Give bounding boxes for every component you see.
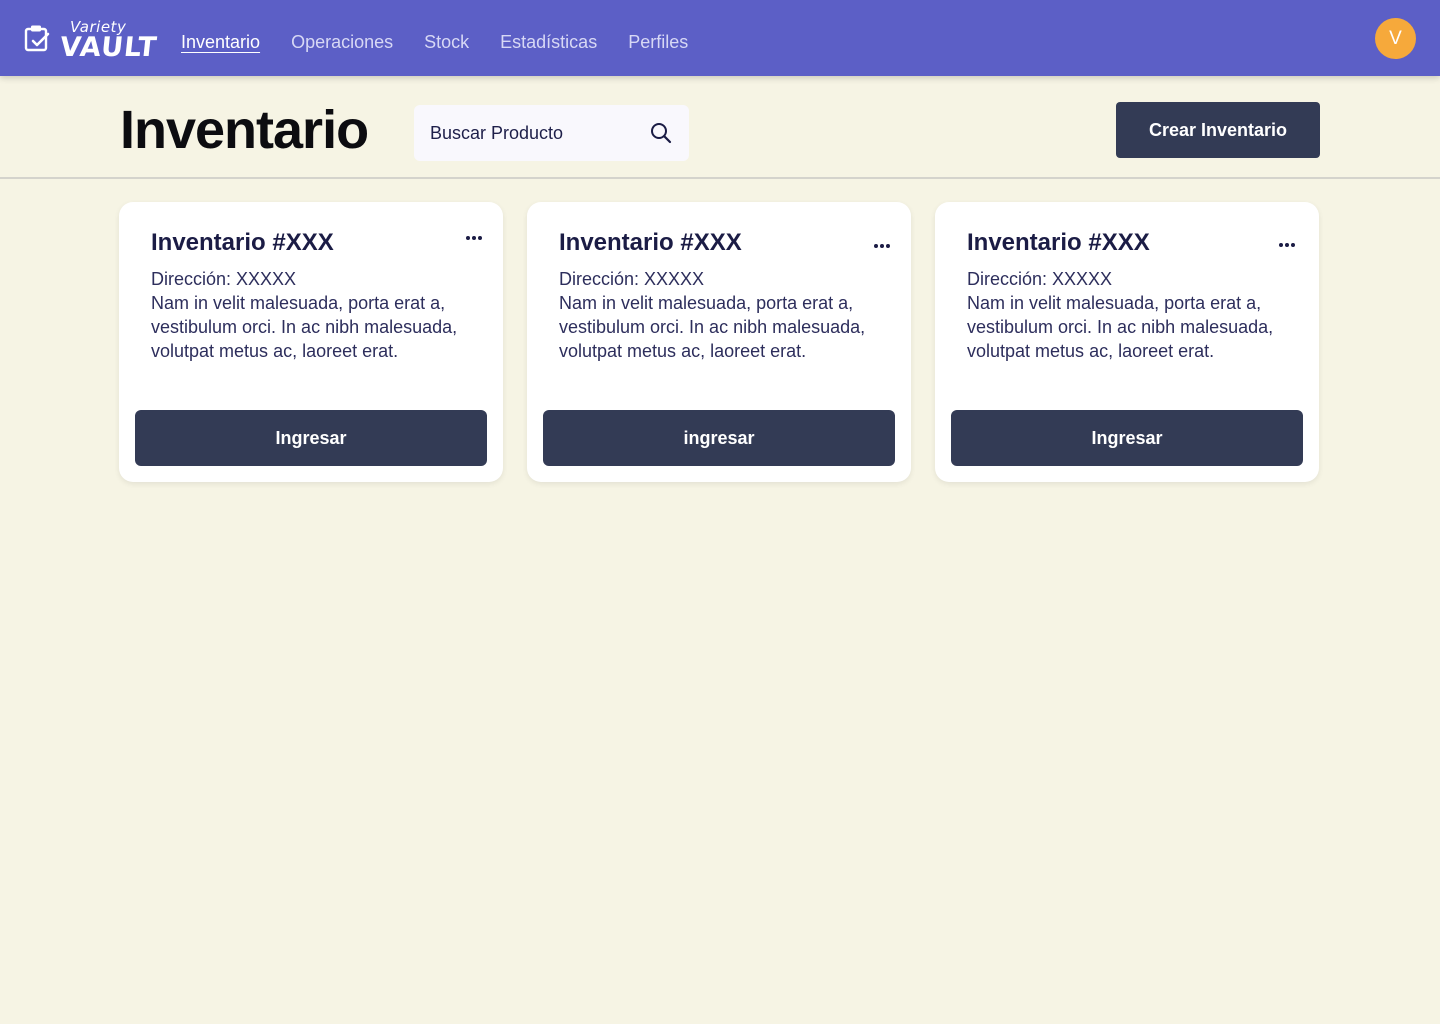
nav-item-estadisticas[interactable]: Estadísticas xyxy=(500,31,597,53)
inventory-card: Inventario #XXX Dirección: XXXXX Nam in … xyxy=(527,202,911,482)
inventory-card: Inventario #XXX Dirección: XXXXX Nam in … xyxy=(935,202,1319,482)
card-title: Inventario #XXX xyxy=(151,229,334,256)
nav-item-perfiles[interactable]: Perfiles xyxy=(628,31,688,53)
inventory-card: Inventario #XXX Dirección: XXXXX Nam in … xyxy=(119,202,503,482)
card-description: Nam in velit malesuada, porta erat a, ve… xyxy=(559,293,866,361)
create-inventory-button[interactable]: Crear Inventario xyxy=(1116,102,1320,158)
nav-item-operaciones[interactable]: Operaciones xyxy=(291,31,393,53)
card-description: Nam in velit malesuada, porta erat a, ve… xyxy=(151,293,458,361)
brand-name-large: VAULT xyxy=(58,32,159,63)
nav-item-inventario[interactable]: Inventario xyxy=(181,31,260,53)
top-navigation-bar: Variety VAULT Inventario Operaciones Sto… xyxy=(0,0,1440,76)
more-options-icon[interactable] xyxy=(466,227,486,240)
search-icon[interactable] xyxy=(649,121,673,145)
card-address: Dirección: XXXXX xyxy=(559,269,705,289)
more-options-icon[interactable] xyxy=(1279,234,1299,247)
enter-inventory-button[interactable]: ingresar xyxy=(543,410,895,466)
card-title: Inventario #XXX xyxy=(967,229,1150,256)
card-address: Dirección: XXXXX xyxy=(151,269,297,289)
main-nav: Inventario Operaciones Stock Estadística… xyxy=(181,31,688,53)
search-input[interactable] xyxy=(430,105,650,161)
user-avatar[interactable]: V xyxy=(1375,18,1416,59)
search-box xyxy=(414,105,689,161)
clipboard-check-icon xyxy=(24,25,50,52)
header-divider xyxy=(0,177,1440,179)
more-options-icon[interactable] xyxy=(874,235,894,248)
enter-inventory-button[interactable]: Ingresar xyxy=(135,410,487,466)
card-address: Dirección: XXXXX xyxy=(967,269,1113,289)
brand-logo[interactable]: Variety VAULT xyxy=(24,16,159,64)
enter-inventory-button[interactable]: Ingresar xyxy=(951,410,1303,466)
card-description: Nam in velit malesuada, porta erat a, ve… xyxy=(967,293,1274,361)
page-title: Inventario xyxy=(120,100,369,160)
card-title: Inventario #XXX xyxy=(559,229,742,256)
nav-item-stock[interactable]: Stock xyxy=(424,31,469,53)
